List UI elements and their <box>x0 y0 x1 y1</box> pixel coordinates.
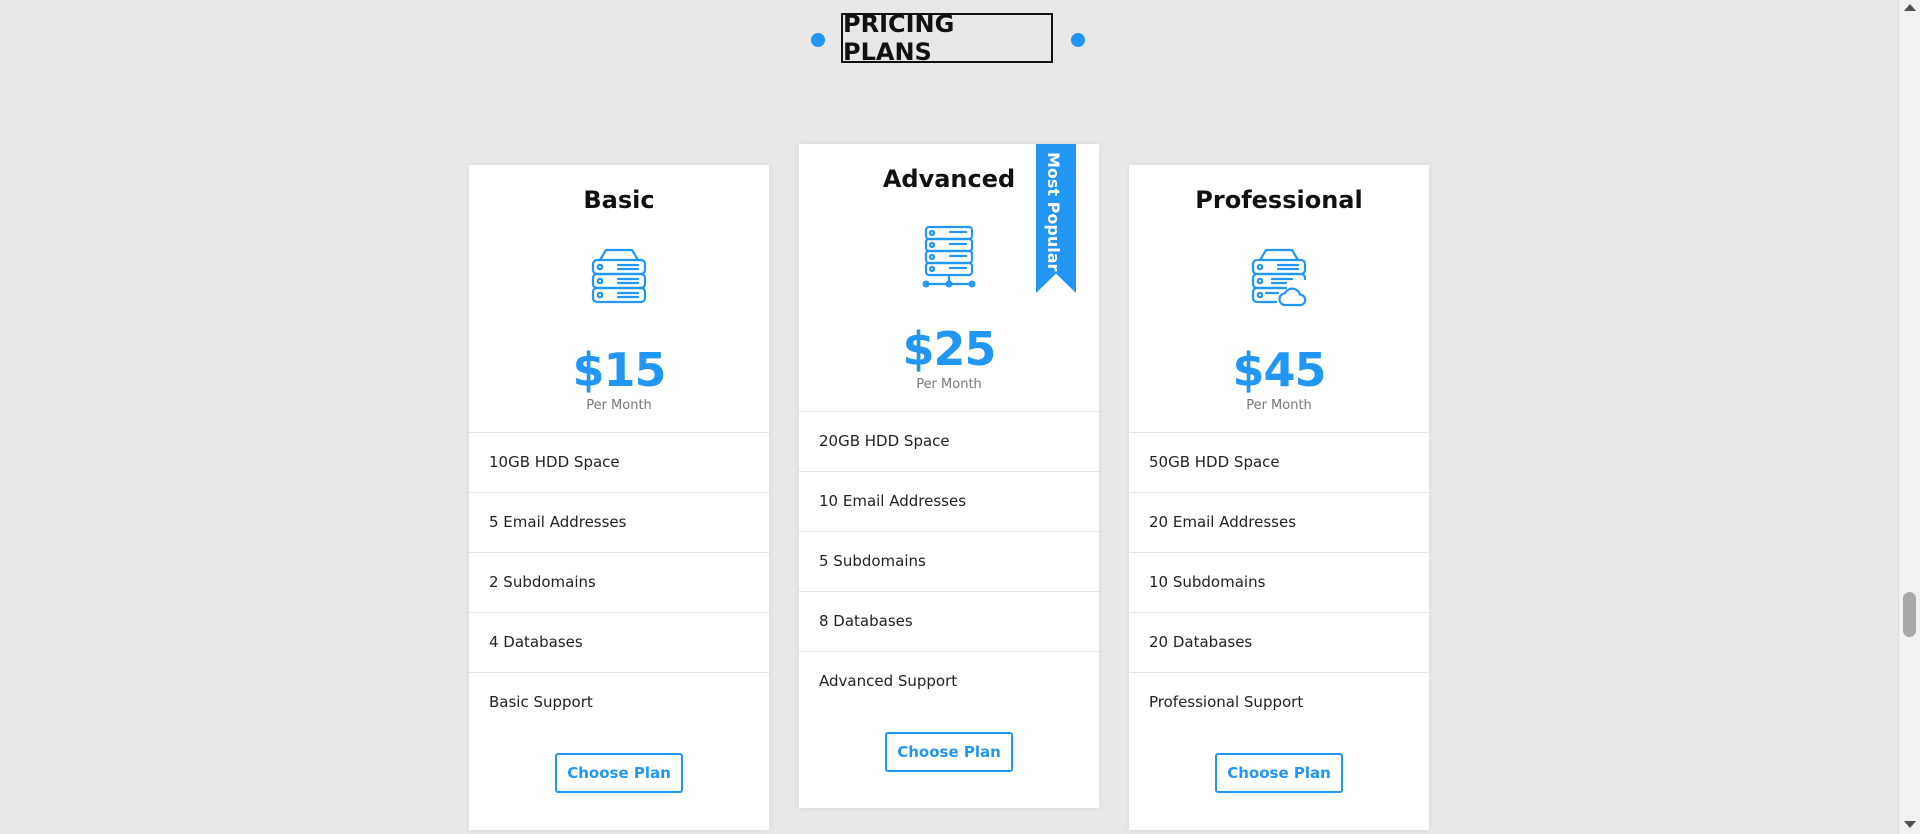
plan-period: Per Month <box>586 398 652 413</box>
section-title: PRICING PLANS <box>841 10 1053 66</box>
feature-item: 10 Email Addresses <box>799 472 1099 532</box>
vertical-scrollbar[interactable] <box>1898 0 1920 834</box>
feature-item: 20 Email Addresses <box>1129 493 1429 553</box>
feature-item: 5 Subdomains <box>799 532 1099 592</box>
title-dot-left <box>811 33 825 47</box>
pricing-card-basic: Basic $15 Per Month 10GB HDD Space 5 Ema… <box>469 165 769 830</box>
plan-price: $45 <box>1232 343 1326 397</box>
feature-list: 50GB HDD Space 20 Email Addresses 10 Sub… <box>1129 432 1429 732</box>
scroll-up-arrow-icon[interactable] <box>1904 4 1916 11</box>
server-stack-icon <box>469 245 769 311</box>
feature-item: 4 Databases <box>469 613 769 673</box>
feature-item: Professional Support <box>1149 693 1304 711</box>
scrollbar-thumb[interactable] <box>1903 592 1916 637</box>
feature-item: 2 Subdomains <box>469 553 769 613</box>
ribbon-label: Most Popular <box>1044 152 1063 272</box>
most-popular-ribbon: Most Popular <box>1036 144 1076 293</box>
feature-item: 20 Databases <box>1129 613 1429 673</box>
feature-list: 10GB HDD Space 5 Email Addresses 2 Subdo… <box>469 432 769 732</box>
feature-item: Basic Support <box>489 693 593 711</box>
plan-period: Per Month <box>916 377 982 392</box>
choose-plan-button-advanced[interactable]: Choose Plan <box>885 732 1013 772</box>
server-cloud-icon <box>1129 245 1429 311</box>
feature-item: Advanced Support <box>819 672 958 690</box>
feature-item: 50GB HDD Space <box>1129 433 1429 493</box>
plan-name: Professional <box>1195 186 1363 214</box>
pricing-page: PRICING PLANS Basic $15 Per Month 10GB H… <box>0 0 1898 834</box>
plan-name: Basic <box>583 186 655 214</box>
plan-period: Per Month <box>1246 398 1312 413</box>
pricing-card-professional: Professional $45 Per Month 50GB HDD Spac <box>1129 165 1429 830</box>
feature-item: 5 Email Addresses <box>469 493 769 553</box>
plan-price: $15 <box>572 343 666 397</box>
feature-item: 10 Subdomains <box>1129 553 1429 613</box>
feature-item: 20GB HDD Space <box>799 412 1099 472</box>
feature-item: 8 Databases <box>799 592 1099 652</box>
choose-plan-button-professional[interactable]: Choose Plan <box>1215 753 1343 793</box>
feature-item: 10GB HDD Space <box>469 433 769 493</box>
choose-plan-button-basic[interactable]: Choose Plan <box>555 753 683 793</box>
plan-price: $25 <box>902 322 996 376</box>
title-dot-right <box>1071 33 1085 47</box>
feature-list: 20GB HDD Space 10 Email Addresses 5 Subd… <box>799 411 1099 711</box>
pricing-card-advanced: Most Popular Advanced $25 Per Month 20GB… <box>799 144 1099 808</box>
scroll-down-arrow-icon[interactable] <box>1904 821 1916 828</box>
